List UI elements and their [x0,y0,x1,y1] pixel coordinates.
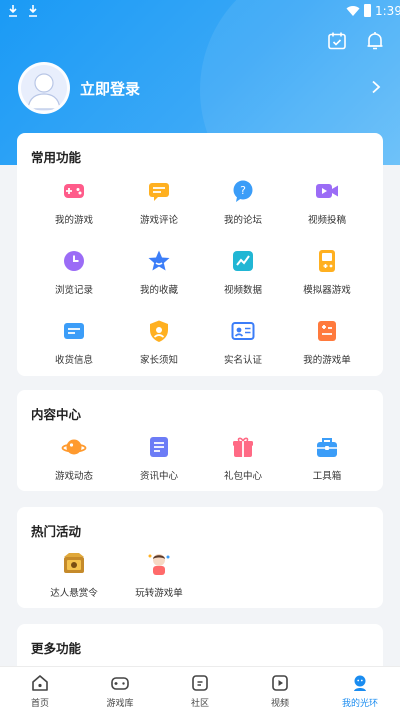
grid-item-parental-notice[interactable]: 家长须知 [117,318,201,366]
tab-my-halo[interactable]: 我的光环 [320,673,400,709]
grid-item-browse-history[interactable]: 浏览记录 [32,248,116,296]
address-card-icon [64,323,84,339]
gift-icon [233,437,253,457]
star-icon [148,250,170,271]
grid-item-video-data[interactable]: 视频数据 [201,248,285,296]
avatar[interactable] [18,62,70,114]
grid-item-video-upload[interactable]: 视频投稿 [285,178,369,226]
tab-game-library[interactable]: 游戏库 [80,673,160,709]
status-bar: 1:39 [0,0,400,24]
video-camera-icon [316,184,338,198]
grid-item-toolbox[interactable]: 工具箱 [285,434,369,482]
tab-home[interactable]: 首页 [0,673,80,709]
default-avatar-icon [27,73,61,110]
section-title: 热门活动 [31,525,82,539]
battery-icon [364,4,371,17]
news-icon [150,437,168,457]
common-functions-card: 常用功能 我的游戏 游戏评论 ? 我的论坛 视频投稿 浏览记录 我的收藏 视频数… [17,133,383,376]
content-center-card: 内容中心 游戏动态 资讯中心 礼包中心 工具箱 [17,390,383,491]
section-title: 内容中心 [31,408,82,422]
id-card-icon [231,322,255,340]
grid-item-real-name-auth[interactable]: 实名认证 [201,318,285,366]
grid-item-game-reviews[interactable]: 游戏评论 [117,178,201,226]
grid-item-emulator-games[interactable]: 模拟器游戏 [285,248,369,296]
emulator-icon [319,250,335,272]
chart-icon [233,251,253,271]
wifi-icon [346,6,360,17]
login-link[interactable]: 立即登录 [80,78,140,99]
hot-activities-card: 热门活动 达人悬赏令 玩转游戏单 [17,507,383,608]
status-time: 1:39 [375,4,400,18]
profile-icon [354,675,366,691]
grid-item-bounty[interactable]: 达人悬赏令 [32,551,116,599]
section-title: 常用功能 [31,151,82,165]
grid-item-my-games[interactable]: 我的游戏 [32,178,116,226]
download-icon [29,5,37,17]
comment-icon [149,183,169,201]
home-icon [32,675,48,691]
grid-item-my-favorites[interactable]: 我的收藏 [117,248,201,296]
grid-item-play-game-list[interactable]: 玩转游戏单 [117,551,201,599]
tab-community[interactable]: 社区 [160,673,240,709]
game-list-icon [318,321,336,341]
grid-item-game-news[interactable]: 游戏动态 [32,434,116,482]
bottom-tab-bar: 首页 游戏库 社区 视频 我的光环 [0,666,400,711]
planet-icon [61,439,87,455]
question-bubble-icon: ? [233,180,253,202]
grid-item-news-center[interactable]: 资讯中心 [117,434,201,482]
grid-item-my-forum[interactable]: ? 我的论坛 [201,178,285,226]
video-play-icon [272,675,288,691]
bell-icon[interactable] [364,30,386,52]
grid-item-gift-center[interactable]: 礼包中心 [201,434,285,482]
section-title: 更多功能 [31,642,82,656]
toolbox-icon [317,438,337,457]
download-icon [9,5,17,17]
clock-icon [64,251,84,271]
shield-icon [150,320,168,342]
tab-video[interactable]: 视频 [240,673,320,709]
grid-item-my-game-list[interactable]: 我的游戏单 [285,318,369,366]
community-icon [192,675,208,691]
chevron-right-icon[interactable] [370,80,382,94]
bounty-icon [64,553,84,573]
calendar-check-icon[interactable] [326,30,348,52]
character-icon [148,554,170,575]
gamepad-icon [64,184,84,198]
grid-item-shipping-info[interactable]: 收货信息 [32,318,116,366]
game-library-icon [111,677,129,690]
svg-text:?: ? [240,184,246,197]
